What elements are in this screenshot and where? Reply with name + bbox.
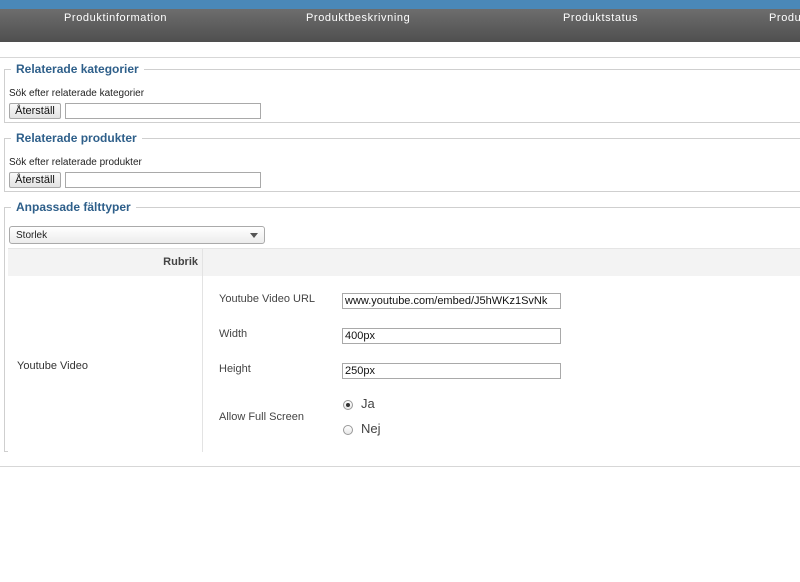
height-label: Height <box>219 363 251 375</box>
related-products-hint: Sök efter relaterade produkter <box>9 157 142 168</box>
fullscreen-radio-nej[interactable] <box>343 425 353 435</box>
related-categories-title: Relaterade kategorier <box>16 62 139 76</box>
tab-produktstatus[interactable]: Produktstatus <box>563 12 638 24</box>
top-accent-bar <box>0 0 800 9</box>
column-header-rubrik: Rubrik <box>163 256 198 268</box>
width-input[interactable] <box>342 328 561 344</box>
tab-produ[interactable]: Produ <box>769 12 800 24</box>
custom-field-types-title: Anpassade fälttyper <box>16 200 131 214</box>
related-categories-search-input[interactable] <box>65 103 261 119</box>
table-row-label-cell: Youtube Video <box>8 276 203 452</box>
fullscreen-option-ja: Ja <box>361 396 375 411</box>
related-categories-hint: Sök efter relaterade kategorier <box>9 88 145 99</box>
tab-produktbeskrivning[interactable]: Produktbeskrivning <box>306 12 410 24</box>
tab-produktinformation[interactable]: Produktinformation <box>64 12 167 24</box>
row-label-youtube-video: Youtube Video <box>17 360 88 372</box>
custom-field-types-group: Anpassade fälttyper Storlek Rubrik Youtu… <box>4 200 800 452</box>
fullscreen-option-nej: Nej <box>361 421 381 436</box>
reset-categories-button[interactable]: Återställ <box>9 103 61 119</box>
related-products-search-input[interactable] <box>65 172 261 188</box>
height-input[interactable] <box>342 363 561 379</box>
youtube-url-input[interactable] <box>342 293 561 309</box>
chevron-down-icon <box>250 233 258 238</box>
table-header-cell-empty <box>203 249 800 276</box>
related-products-title: Relaterade produkter <box>16 131 137 145</box>
field-type-selected-value: Storlek <box>16 230 48 241</box>
product-tabs: Produktinformation Produktbeskrivning Pr… <box>0 9 800 42</box>
width-label: Width <box>219 328 248 340</box>
related-products-group: Relaterade produkter Sök efter relaterad… <box>4 131 800 192</box>
table-header-cell: Rubrik <box>8 249 203 276</box>
custom-fields-table: Rubrik Youtube Video Youtube Video URL W… <box>8 248 800 452</box>
related-categories-group: Relaterade kategorier Sök efter relatera… <box>4 62 800 123</box>
youtube-url-label: Youtube Video URL <box>219 293 316 305</box>
youtube-video-fields: Youtube Video URL Width Height Allow Ful… <box>203 276 800 452</box>
reset-products-button[interactable]: Återställ <box>9 172 61 188</box>
field-type-select[interactable]: Storlek <box>9 226 265 244</box>
fullscreen-radio-ja[interactable] <box>343 400 353 410</box>
allow-fullscreen-label: Allow Full Screen <box>219 411 304 423</box>
